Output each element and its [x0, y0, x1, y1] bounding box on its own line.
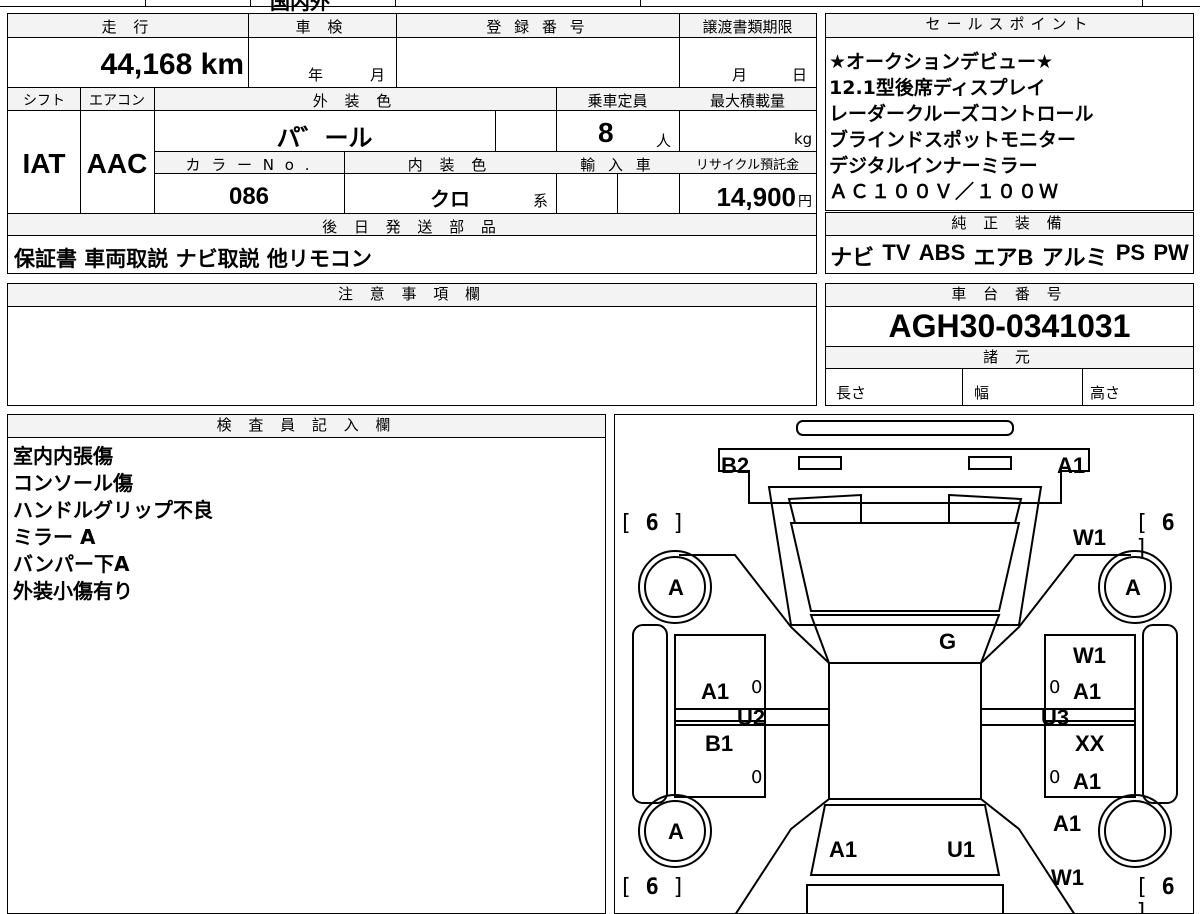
recycle-fee-unit: 円 [798, 194, 812, 210]
mark-g: G [939, 629, 957, 654]
mark-zero: 0 [1049, 677, 1061, 698]
equipment-item: TV [882, 240, 911, 265]
sales-point-line: 12.1型後席ディスプレイ [829, 77, 1046, 99]
sales-points-box: セールスポイント ★オークションデビュー★ 12.1型後席ディスプレイ レーダー… [825, 13, 1194, 211]
mark-a1-bottom: A1 [829, 837, 858, 862]
mark-w1-rear: W1 [1051, 865, 1084, 890]
shift-value: IAT [22, 148, 66, 179]
inspector-line: コンソール傷 [13, 471, 133, 495]
later-parts-text: 保証書 車両取説 ナビ取説 他リモコン [14, 247, 372, 271]
equipment-label: 純 正 装 備 [826, 213, 1193, 236]
mark-a1-right-rear: A1 [1073, 769, 1102, 794]
inspector-line: ミラー A [13, 525, 96, 549]
mark-u3: U3 [1041, 705, 1070, 730]
specs-label: 諸 元 [826, 347, 1193, 369]
spec-width-label: 幅 [974, 384, 990, 402]
mileage-label: 走 行 [101, 18, 155, 36]
mark-a1-right-front: A1 [1073, 679, 1102, 704]
mark-b2: B2 [721, 453, 750, 478]
mark-wheel-fr: A [1125, 575, 1141, 600]
mark-wheel-fl: A [668, 575, 684, 600]
max-load-label: 最大積載量 [709, 92, 785, 110]
inspector-box: 検 査 員 記 入 欄 室内内張傷 コンソール傷 ハンドルグリップ不良 ミラー … [7, 414, 606, 914]
notes-box: 注 意 事 項 欄 [7, 283, 817, 406]
mark-u2: U2 [737, 705, 766, 730]
chassis-box: 車 台 番 号 AGH30-0341031 諸 元 長さ 幅 高さ [825, 283, 1194, 406]
tire-tread-fr: [ 6 ] [1135, 511, 1175, 561]
recycle-fee-value: 14,900 [716, 182, 796, 212]
inspector-line: 外装小傷有り [13, 579, 133, 603]
mark-w1-right-door: W1 [1073, 643, 1106, 668]
chassis-number: AGH30-0341031 [888, 308, 1131, 344]
equipment-item: PS [1115, 240, 1146, 265]
sales-point-line: ＡＣ１００Ｖ／１００Ｗ [829, 181, 1061, 203]
mark-b1: B1 [705, 731, 734, 756]
mark-zero: 0 [751, 767, 763, 788]
car-diagram: [ 6 ] [ 6 ] [ 6 ] [ 6 ] B2 A1 W1 A A G W… [614, 414, 1194, 914]
mark-wheel-rl: A [668, 819, 684, 844]
mileage-value: 44,168 km [100, 48, 244, 81]
inspector-label: 検 査 員 記 入 欄 [8, 415, 605, 438]
import-label: 輸 入 車 [580, 156, 655, 174]
registration-label: 登 録 番 号 [486, 18, 589, 36]
equipment-box: 純 正 装 備 ナビ TV ABS エアB アルミ PS PW [825, 212, 1194, 274]
capacity-label: 乗車定員 [587, 92, 648, 110]
inspection-year: 年 [308, 66, 324, 84]
max-load-unit: kg [794, 130, 813, 148]
top-strip: 国内外 [0, 0, 1200, 14]
transfer-deadline-label: 譲渡書類期限 [702, 18, 793, 36]
exterior-color-label: 外 装 色 [312, 92, 398, 110]
equipment-item: PW [1153, 240, 1189, 265]
interior-color-value: クロ [430, 187, 470, 211]
tire-tread-rl: [ 6 ] [619, 875, 686, 900]
inspector-line: 室内内張傷 [13, 444, 113, 468]
later-parts-label: 後 日 発 送 部 品 [322, 218, 502, 236]
capacity-value: 8 [598, 117, 614, 148]
transfer-day: 日 [792, 66, 808, 84]
exterior-color-value: パ゛ール [276, 124, 373, 152]
sales-point-line: レーダークルーズコントロール [829, 103, 1094, 125]
mark-w1-front: W1 [1073, 525, 1106, 550]
car-outline [632, 420, 1178, 913]
mark-zero: 0 [1049, 767, 1061, 788]
tire-tread-rr: [ 6 ] [1135, 875, 1175, 914]
sales-points-label: セールスポイント [826, 14, 1193, 38]
inspection-label: 車 検 [295, 18, 349, 36]
spec-height-label: 高さ [1090, 384, 1121, 402]
tire-tread-fl: [ 6 ] [619, 511, 686, 536]
notes-label: 注 意 事 項 欄 [8, 284, 816, 307]
interior-color-suffix: 系 [533, 192, 549, 210]
color-no-label: カ ラ ー N o . [185, 156, 313, 174]
inspector-line: ハンドルグリップ不良 [13, 498, 213, 522]
inspection-month: 月 [370, 66, 386, 84]
vehicle-info-table: 走 行 車 検 登 録 番 号 譲渡書類期限 44,168 km 年 月 月 日… [7, 13, 817, 274]
sales-point-line: ★オークションデビュー★ [829, 51, 1054, 73]
spec-length-label: 長さ [836, 384, 867, 402]
mark-a1-left-front: A1 [701, 679, 730, 704]
shift-label: シフト [23, 93, 65, 109]
mark-zero: 0 [751, 677, 763, 698]
equipment-item: エアB [973, 245, 1034, 270]
aircon-value: AAC [86, 148, 148, 179]
transfer-month: 月 [732, 66, 748, 84]
chassis-label: 車 台 番 号 [826, 284, 1193, 307]
sales-point-line: ブラインドスポットモニター [829, 129, 1077, 151]
capacity-unit: 人 [656, 132, 672, 150]
mark-a1-top: A1 [1057, 453, 1086, 478]
interior-color-label: 内 装 色 [407, 156, 493, 174]
recycle-fee-label: リサイクル預託金 [695, 158, 800, 173]
equipment-item: ABS [918, 240, 966, 265]
color-no-value: 086 [228, 183, 270, 210]
inspector-line: バンパー下A [13, 552, 130, 576]
equipment-item: ナビ [830, 245, 875, 270]
sales-point-line: デジタルインナーミラー [829, 155, 1038, 177]
mark-a1-right-quarter: A1 [1053, 811, 1082, 836]
aircon-label: エアコン [89, 93, 145, 109]
mark-u1: U1 [947, 837, 976, 862]
equipment-item: アルミ [1041, 245, 1108, 270]
mark-xx: XX [1075, 731, 1105, 756]
